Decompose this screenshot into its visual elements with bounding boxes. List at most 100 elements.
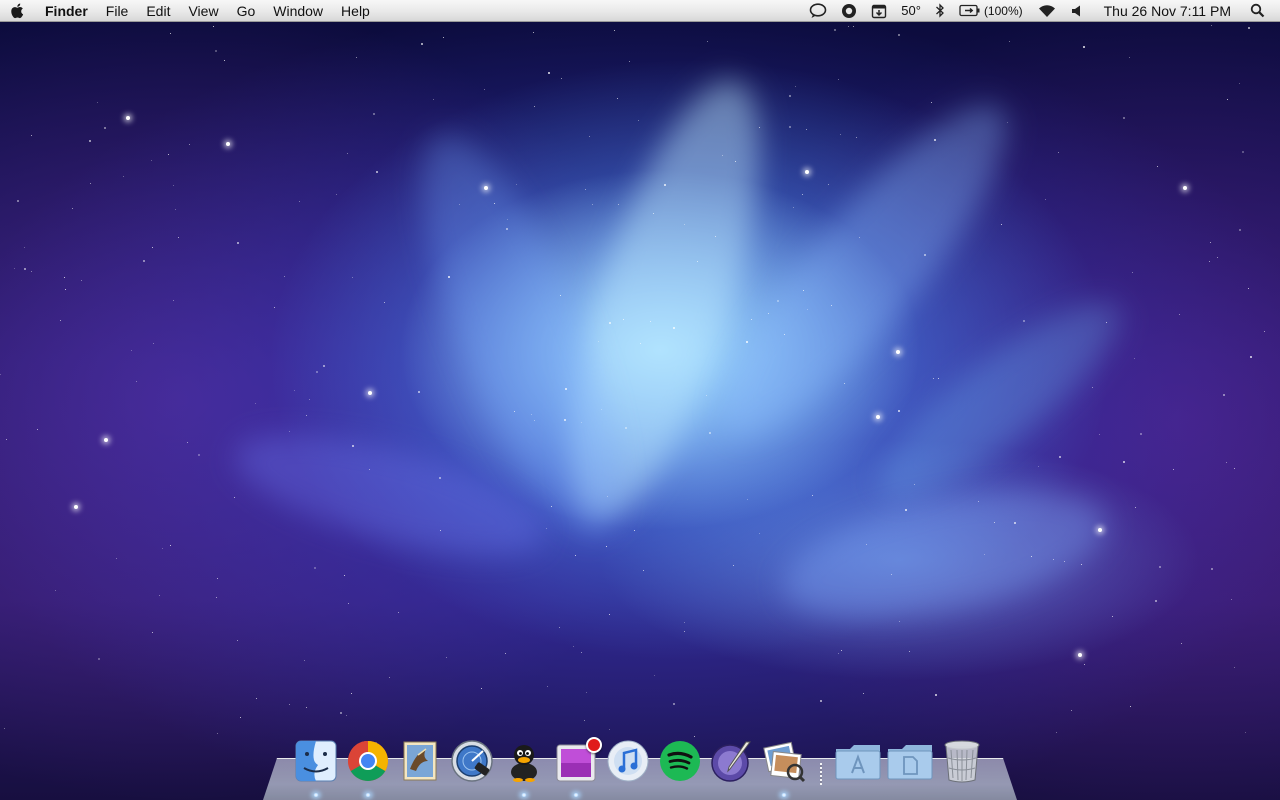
star (812, 495, 813, 496)
apple-menu-icon[interactable] (0, 0, 36, 22)
star (1210, 242, 1211, 243)
star (153, 343, 154, 344)
star (759, 533, 760, 534)
star (1038, 466, 1039, 467)
dock-documents-stack[interactable] (886, 737, 934, 785)
star (1064, 561, 1065, 562)
menu-clock[interactable]: Thu 26 Nov 7:11 PM (1090, 3, 1243, 19)
finder-icon (294, 739, 338, 783)
star (187, 442, 188, 443)
running-indicator (313, 793, 319, 797)
star (735, 161, 736, 162)
bluetooth-icon[interactable] (928, 0, 952, 22)
calendar-download-icon[interactable] (864, 0, 894, 22)
radar-icon (450, 739, 494, 783)
star (104, 438, 108, 442)
star (575, 555, 576, 556)
star (838, 653, 839, 654)
star (909, 651, 910, 652)
wallpaper-beam (772, 466, 1118, 644)
star (1083, 46, 1085, 48)
star (805, 170, 809, 174)
star (369, 469, 370, 470)
dock-itunes[interactable] (604, 737, 652, 785)
star (484, 186, 488, 190)
star (336, 194, 337, 195)
star (898, 34, 900, 36)
menu-window[interactable]: Window (264, 0, 332, 22)
dock-preview[interactable] (760, 737, 808, 797)
battery-icon (959, 4, 981, 17)
dock (292, 733, 990, 797)
battery-menu[interactable]: (100%) (952, 0, 1030, 22)
star (664, 184, 666, 186)
star (559, 627, 560, 628)
dock-trash[interactable] (938, 737, 986, 785)
star (899, 621, 900, 622)
menu-file[interactable]: File (97, 0, 138, 22)
star (856, 137, 857, 138)
star (1106, 322, 1107, 323)
app-menu-finder[interactable]: Finder (36, 0, 97, 22)
star (284, 276, 285, 277)
star (866, 544, 867, 545)
menu-go[interactable]: Go (228, 0, 265, 22)
star (294, 390, 295, 391)
star (607, 496, 608, 497)
dock-script-editor[interactable] (708, 737, 756, 785)
star (17, 200, 19, 202)
dock-applications-stack[interactable] (834, 737, 882, 785)
star (347, 153, 348, 154)
star (89, 140, 91, 142)
star (1179, 314, 1180, 315)
star (751, 319, 752, 320)
volume-icon[interactable] (1064, 0, 1090, 22)
star (65, 289, 66, 290)
temperature-text[interactable]: 50° (894, 0, 928, 22)
dock-network-utility[interactable] (448, 737, 496, 785)
dock-app-store[interactable] (552, 737, 602, 797)
star (384, 302, 385, 303)
dock-mail[interactable] (396, 737, 444, 785)
star (152, 632, 153, 633)
menu-edit[interactable]: Edit (137, 0, 179, 22)
star (585, 189, 586, 190)
dock-chrome[interactable] (344, 737, 392, 797)
star (914, 484, 915, 485)
star (673, 327, 675, 329)
star (592, 204, 593, 205)
wifi-icon[interactable] (1030, 0, 1064, 22)
star (584, 720, 585, 721)
star (448, 276, 450, 278)
dock-spotify[interactable] (656, 737, 704, 785)
star (24, 247, 25, 248)
chat-bubble-icon[interactable] (802, 0, 834, 22)
star (938, 378, 939, 379)
star (618, 204, 619, 205)
star (746, 341, 748, 343)
star (534, 106, 535, 107)
menu-view[interactable]: View (179, 0, 227, 22)
star (709, 432, 711, 434)
menu-bar: Finder File Edit View Go Window Help 50° (0, 0, 1280, 22)
star (1092, 387, 1093, 388)
menu-help[interactable]: Help (332, 0, 379, 22)
star (1135, 507, 1136, 508)
star (807, 309, 808, 310)
star (373, 113, 375, 115)
star (935, 694, 937, 696)
dock-finder[interactable] (292, 737, 340, 797)
star (1223, 394, 1225, 396)
star (831, 305, 832, 306)
spotlight-search-icon[interactable] (1243, 0, 1272, 22)
star (74, 505, 78, 509)
star (853, 26, 854, 27)
dock-adium[interactable] (500, 737, 548, 797)
star (168, 154, 169, 155)
star (653, 213, 654, 214)
record-icon[interactable] (834, 0, 864, 22)
star (601, 409, 602, 410)
star (789, 126, 791, 128)
star (389, 677, 390, 678)
star (1231, 599, 1232, 600)
